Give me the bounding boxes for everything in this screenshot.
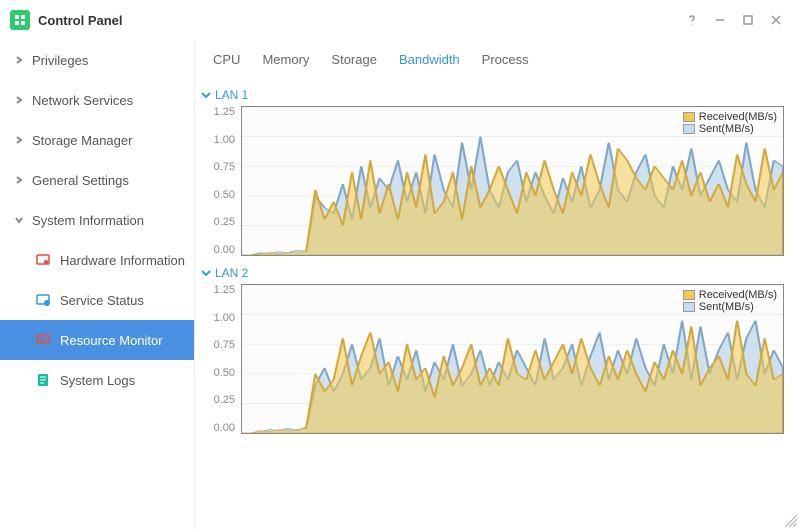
- chart-section-lan2: LAN 2 1.25 1.00 0.75 0.50 0.25 0.00 R: [201, 266, 784, 434]
- y-tick: 1.25: [214, 106, 235, 118]
- tab-memory[interactable]: Memory: [260, 48, 311, 77]
- y-tick: 0.50: [214, 189, 235, 201]
- y-tick: 0.00: [214, 422, 235, 434]
- resize-handle[interactable]: [784, 514, 798, 528]
- sidebar-sub-system-logs[interactable]: System Logs: [0, 360, 194, 400]
- swatch-received: [683, 112, 695, 122]
- sidebar-item-label: Storage Manager: [32, 133, 132, 148]
- sidebar-item-label: General Settings: [32, 173, 129, 188]
- chart-section-lan1: LAN 1 1.25 1.00 0.75 0.50 0.25 0.00 R: [201, 88, 784, 256]
- app-icon: [10, 10, 30, 30]
- titlebar: Control Panel: [0, 0, 800, 40]
- sidebar-sub-label: System Logs: [60, 373, 135, 388]
- section-toggle-lan1[interactable]: LAN 1: [201, 88, 784, 102]
- sidebar-sub-label: Resource Monitor: [60, 333, 163, 348]
- y-tick: 1.25: [214, 284, 235, 296]
- y-tick: 0.00: [214, 244, 235, 256]
- sidebar-item-network-services[interactable]: Network Services: [0, 80, 194, 120]
- y-tick: 1.00: [214, 134, 235, 146]
- hardware-icon: [34, 251, 52, 269]
- chart-lan2: Received(MB/s) Sent(MB/s): [241, 284, 784, 434]
- close-button[interactable]: [762, 6, 790, 34]
- tab-storage[interactable]: Storage: [329, 48, 379, 77]
- sidebar-item-system-information[interactable]: System Information: [0, 200, 194, 240]
- legend-received: Received(MB/s): [699, 289, 777, 301]
- help-button[interactable]: [678, 6, 706, 34]
- chevron-right-icon: [12, 56, 26, 64]
- sidebar-item-label: Network Services: [32, 93, 133, 108]
- y-tick: 1.00: [214, 312, 235, 324]
- tab-cpu[interactable]: CPU: [211, 48, 242, 77]
- section-label: LAN 1: [215, 88, 248, 102]
- tab-process[interactable]: Process: [480, 48, 531, 77]
- legend-sent: Sent(MB/s): [699, 301, 754, 313]
- legend: Received(MB/s) Sent(MB/s): [683, 111, 777, 135]
- y-axis-lan1: 1.25 1.00 0.75 0.50 0.25 0.00: [201, 106, 241, 256]
- swatch-sent: [683, 302, 695, 312]
- section-label: LAN 2: [215, 266, 248, 280]
- swatch-sent: [683, 124, 695, 134]
- legend: Received(MB/s) Sent(MB/s): [683, 289, 777, 313]
- sidebar-sub-label: Hardware Information: [60, 253, 185, 268]
- logs-icon: [34, 371, 52, 389]
- chevron-down-icon: [201, 90, 211, 100]
- service-icon: [34, 291, 52, 309]
- chart-lan1: Received(MB/s) Sent(MB/s): [241, 106, 784, 256]
- maximize-button[interactable]: [734, 6, 762, 34]
- chevron-down-icon: [201, 268, 211, 278]
- minimize-button[interactable]: [706, 6, 734, 34]
- chevron-down-icon: [12, 216, 26, 224]
- monitor-icon: [34, 331, 52, 349]
- window-title: Control Panel: [38, 13, 123, 28]
- legend-received: Received(MB/s): [699, 111, 777, 123]
- section-toggle-lan2[interactable]: LAN 2: [201, 266, 784, 280]
- y-axis-lan2: 1.25 1.00 0.75 0.50 0.25 0.00: [201, 284, 241, 434]
- charts-container: LAN 1 1.25 1.00 0.75 0.50 0.25 0.00 R: [195, 78, 800, 530]
- tab-bandwidth[interactable]: Bandwidth: [397, 48, 462, 77]
- content-pane: CPU Memory Storage Bandwidth Process LAN…: [195, 40, 800, 530]
- sidebar-sub-hardware-information[interactable]: Hardware Information: [0, 240, 194, 280]
- tabs: CPU Memory Storage Bandwidth Process: [195, 40, 800, 78]
- sidebar: Privileges Network Services Storage Mana…: [0, 40, 195, 530]
- sidebar-sub-resource-monitor[interactable]: Resource Monitor: [0, 320, 194, 360]
- swatch-received: [683, 290, 695, 300]
- y-tick: 0.25: [214, 394, 235, 406]
- sidebar-sub-label: Service Status: [60, 293, 144, 308]
- legend-sent: Sent(MB/s): [699, 123, 754, 135]
- sidebar-item-label: System Information: [32, 213, 144, 228]
- y-tick: 0.50: [214, 367, 235, 379]
- sidebar-item-privileges[interactable]: Privileges: [0, 40, 194, 80]
- y-tick: 0.25: [214, 216, 235, 228]
- sidebar-sub-service-status[interactable]: Service Status: [0, 280, 194, 320]
- sidebar-item-label: Privileges: [32, 53, 88, 68]
- sidebar-item-storage-manager[interactable]: Storage Manager: [0, 120, 194, 160]
- chevron-right-icon: [12, 96, 26, 104]
- y-tick: 0.75: [214, 339, 235, 351]
- sidebar-item-general-settings[interactable]: General Settings: [0, 160, 194, 200]
- chevron-right-icon: [12, 136, 26, 144]
- chevron-right-icon: [12, 176, 26, 184]
- y-tick: 0.75: [214, 161, 235, 173]
